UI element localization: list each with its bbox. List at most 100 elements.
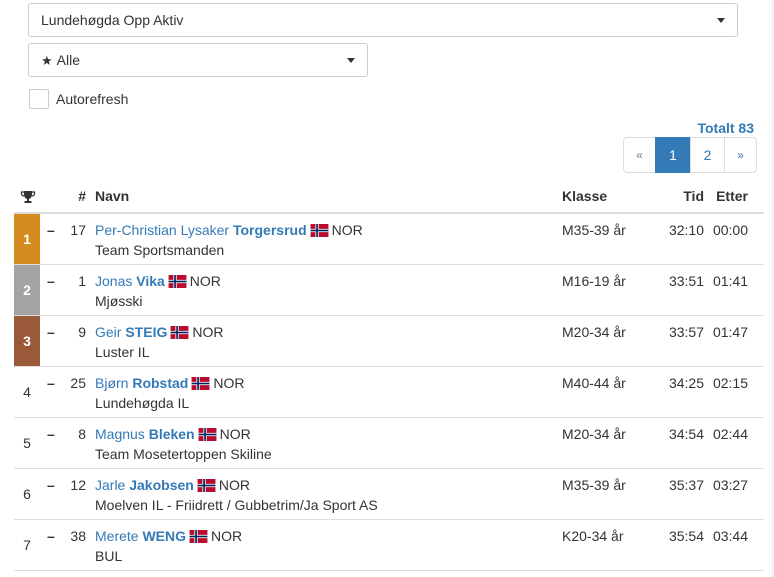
bib-number: 38 <box>70 528 86 544</box>
athlete-last-name[interactable]: Bleken <box>149 426 195 442</box>
behind-cell: 01:47 <box>712 324 748 340</box>
split-expand-icon[interactable]: – <box>47 426 55 442</box>
club-name: Lundehøgda IL <box>95 395 190 411</box>
place-cell: 1 <box>14 214 40 264</box>
behind-cell: 01:41 <box>712 273 748 289</box>
results-table: # Navn Klasse Tid Etter 1–17 Per-Christia… <box>14 180 764 571</box>
autorefresh-toggle[interactable]: Autorefresh <box>29 89 128 109</box>
athlete-name: Bjørn Robstad NOR <box>95 375 244 391</box>
time-cell: 32:10 <box>668 222 704 238</box>
class-cell: M40-44 år <box>562 375 626 391</box>
table-body: 1–17 Per-Christian Lysaker Torgersrud NOR T… <box>14 214 764 571</box>
event-select-value: Lundehøgda Opp Aktiv <box>41 12 184 28</box>
table-row: 1–17 Per-Christian Lysaker Torgersrud NOR T… <box>14 214 764 265</box>
norway-flag-icon <box>198 428 217 441</box>
club-name: Moelven IL - Friidrett / Gubbetrim/Ja Sp… <box>95 497 378 513</box>
trophy-icon <box>20 191 36 203</box>
caret-down-icon <box>347 58 355 63</box>
class-select-value: Alle <box>56 52 81 68</box>
time-cell: 33:57 <box>668 324 704 340</box>
class-cell: M20-34 år <box>562 426 626 442</box>
behind-cell: 03:27 <box>712 477 748 493</box>
split-expand-icon[interactable]: – <box>47 477 55 493</box>
autorefresh-checkbox[interactable] <box>29 89 49 109</box>
place-cell: 4 <box>23 384 31 400</box>
club-name: Team Sportsmanden <box>95 242 225 258</box>
club-name: Team Mosetertoppen Skiline <box>95 446 272 462</box>
header-behind: Etter <box>716 188 748 204</box>
table-header: # Navn Klasse Tid Etter <box>14 180 764 214</box>
athlete-last-name[interactable]: Torgersrud <box>233 222 307 238</box>
behind-cell: 02:15 <box>712 375 748 391</box>
split-expand-icon[interactable]: – <box>47 375 55 391</box>
athlete-last-name[interactable]: Vika <box>136 273 165 289</box>
header-name: Navn <box>95 188 130 204</box>
time-cell: 35:37 <box>668 477 704 493</box>
club-name: BUL <box>95 548 123 564</box>
event-select[interactable]: Lundehøgda Opp Aktiv <box>28 3 738 37</box>
norway-flag-icon <box>168 275 187 288</box>
athlete-first-name[interactable]: Magnus <box>95 426 149 442</box>
autorefresh-label: Autorefresh <box>56 91 129 107</box>
table-row: 2– 1 Jonas Vika NOR Mjøsski M16-19 år 33:51 01:… <box>14 265 764 316</box>
bib-number: 25 <box>70 375 86 391</box>
split-expand-icon[interactable]: – <box>47 273 55 289</box>
split-expand-icon[interactable]: – <box>47 324 55 340</box>
behind-cell: 03:44 <box>712 528 748 544</box>
nationality: NOR <box>219 426 251 442</box>
athlete-last-name[interactable]: WENG <box>142 528 186 544</box>
bib-number: 9 <box>78 324 86 340</box>
athlete-first-name[interactable]: Bjørn <box>95 375 132 391</box>
header-class: Klasse <box>562 188 608 204</box>
nationality: NOR <box>211 528 243 544</box>
pagination-next[interactable]: » <box>724 137 757 173</box>
athlete-name: Merete WENG NOR <box>95 528 242 544</box>
norway-flag-icon <box>189 530 208 543</box>
total-count: Totalt 83 <box>697 120 754 136</box>
athlete-last-name[interactable]: Jakobsen <box>129 477 194 493</box>
place-cell: 3 <box>14 316 40 366</box>
behind-cell: 02:44 <box>712 426 748 442</box>
star-icon: ★ <box>41 52 53 68</box>
bib-number: 8 <box>78 426 86 442</box>
bib-number: 1 <box>78 273 86 289</box>
time-cell: 33:51 <box>668 273 704 289</box>
athlete-name: Jarle Jakobsen NOR <box>95 477 250 493</box>
pagination-page-2[interactable]: 2 <box>690 137 725 173</box>
class-select[interactable]: ★ Alle <box>28 43 368 77</box>
pagination: « 1 2 » <box>623 137 757 173</box>
nationality: NOR <box>331 222 363 238</box>
table-row: 4–25 Bjørn Robstad NOR Lundehøgda IL M40-44 … <box>14 367 764 418</box>
athlete-first-name[interactable]: Jonas <box>95 273 136 289</box>
nationality: NOR <box>192 324 224 340</box>
norway-flag-icon <box>310 224 329 237</box>
athlete-name: Jonas Vika NOR <box>95 273 221 289</box>
header-bib: # <box>78 188 86 204</box>
place-cell: 2 <box>14 265 40 315</box>
place-cell: 5 <box>23 435 31 451</box>
class-cell: M20-34 år <box>562 324 626 340</box>
split-expand-icon[interactable]: – <box>47 222 55 238</box>
nationality: NOR <box>189 273 221 289</box>
norway-flag-icon <box>191 377 210 390</box>
athlete-first-name[interactable]: Jarle <box>95 477 129 493</box>
time-cell: 35:54 <box>668 528 704 544</box>
class-cell: K20-34 år <box>562 528 624 544</box>
athlete-name: Per-Christian Lysaker Torgersrud NOR <box>95 222 363 238</box>
athlete-last-name[interactable]: Robstad <box>132 375 188 391</box>
time-cell: 34:25 <box>668 375 704 391</box>
athlete-name: Magnus Bleken NOR <box>95 426 251 442</box>
table-row: 6–12 Jarle Jakobsen NOR Moelven IL - Friidr… <box>14 469 764 520</box>
pagination-page-1[interactable]: 1 <box>655 137 691 173</box>
place-cell: 7 <box>23 537 31 553</box>
athlete-first-name[interactable]: Per-Christian Lysaker <box>95 222 233 238</box>
club-name: Luster IL <box>95 344 150 360</box>
athlete-first-name[interactable]: Merete <box>95 528 142 544</box>
athlete-first-name[interactable]: Geir <box>95 324 125 340</box>
pagination-prev[interactable]: « <box>623 137 656 173</box>
table-row: 7–38 Merete WENG NOR BUL K20-34 år 35:54 03:44 <box>14 520 764 571</box>
athlete-last-name[interactable]: STEIG <box>125 324 167 340</box>
split-expand-icon[interactable]: – <box>47 528 55 544</box>
class-cell: M16-19 år <box>562 273 626 289</box>
norway-flag-icon <box>197 479 216 492</box>
